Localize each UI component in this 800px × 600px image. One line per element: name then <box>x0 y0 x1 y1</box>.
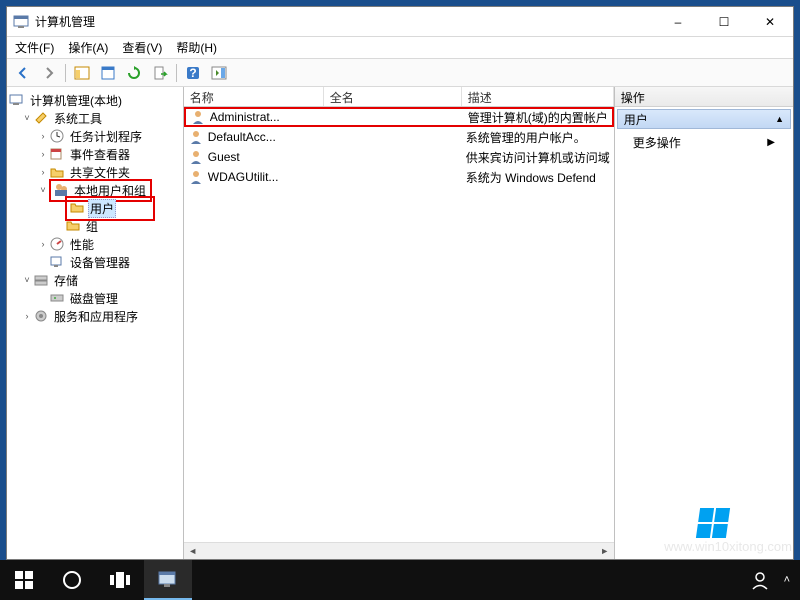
storage-icon <box>33 272 49 288</box>
folder-icon <box>69 200 85 216</box>
menu-view[interactable]: 查看(V) <box>122 39 162 56</box>
scroll-right-icon[interactable]: ► <box>598 544 612 558</box>
tree-performance[interactable]: › 性能 <box>9 235 181 253</box>
collapse-icon[interactable]: ˅ <box>37 184 49 196</box>
export-button[interactable] <box>148 62 172 84</box>
tree-root[interactable]: 计算机管理(本地) <box>9 91 181 109</box>
collapse-icon[interactable]: ˅ <box>21 112 33 124</box>
start-button[interactable] <box>0 560 48 600</box>
tree-storage[interactable]: ˅ 存储 <box>9 271 181 289</box>
tree-event-viewer[interactable]: › 事件查看器 <box>9 145 181 163</box>
list-body[interactable]: Administrat... 管理计算机(域)的内置帐户 DefaultAcc.… <box>184 107 614 542</box>
close-button[interactable]: ✕ <box>747 7 793 37</box>
user-icon <box>188 149 204 165</box>
list-header: 名称 全名 描述 <box>184 87 614 107</box>
list-item[interactable]: DefaultAcc... 系统管理的用户帐户。 <box>184 127 614 147</box>
toolbar: ? <box>7 59 793 87</box>
back-button[interactable] <box>11 62 35 84</box>
horizontal-scrollbar[interactable]: ◄ ► <box>184 542 614 559</box>
task-view-button[interactable] <box>96 560 144 600</box>
expand-icon[interactable]: › <box>37 166 49 178</box>
list-pane: 名称 全名 描述 Administrat... 管理计算机(域)的内置帐户 De… <box>184 87 615 559</box>
menu-action[interactable]: 操作(A) <box>68 39 108 56</box>
col-description[interactable]: 描述 <box>462 87 614 106</box>
scroll-left-icon[interactable]: ◄ <box>186 544 200 558</box>
tree-services-apps[interactable]: › 服务和应用程序 <box>9 307 181 325</box>
expand-icon[interactable]: › <box>37 130 49 142</box>
menu-file[interactable]: 文件(F) <box>15 39 54 56</box>
people-icon[interactable] <box>750 570 770 590</box>
maximize-button[interactable]: ☐ <box>701 7 747 37</box>
tree-pane[interactable]: 计算机管理(本地) ˅ 系统工具 › 任务计划程序 › 事件查看器 › 共享文件… <box>7 87 184 559</box>
user-icon <box>190 109 206 125</box>
col-fullname[interactable]: 全名 <box>324 87 462 106</box>
list-item[interactable]: Administrat... 管理计算机(域)的内置帐户 <box>184 107 614 127</box>
expand-icon[interactable]: › <box>21 310 33 322</box>
action-section[interactable]: 用户 ▲ <box>617 109 791 129</box>
expand-icon[interactable]: › <box>37 238 49 250</box>
chevron-right-icon: ▶ <box>767 137 775 148</box>
tree-users[interactable]: 用户 <box>9 199 181 217</box>
properties-button[interactable] <box>96 62 120 84</box>
collapse-icon[interactable]: ˅ <box>21 274 33 286</box>
list-item[interactable]: WDAGUtilit... 系统为 Windows Defend <box>184 167 614 187</box>
watermark-url: www.win10xitong.com <box>664 539 792 554</box>
show-hide-tree-button[interactable] <box>70 62 94 84</box>
expand-icon[interactable]: › <box>37 148 49 160</box>
computer-management-window: 计算机管理 – ☐ ✕ 文件(F) 操作(A) 查看(V) 帮助(H) ? 计算… <box>6 6 794 560</box>
action-pane-toggle-button[interactable] <box>207 62 231 84</box>
titlebar[interactable]: 计算机管理 – ☐ ✕ <box>7 7 793 37</box>
svg-text:?: ? <box>189 66 196 80</box>
tree-task-scheduler[interactable]: › 任务计划程序 <box>9 127 181 145</box>
refresh-button[interactable] <box>122 62 146 84</box>
forward-button[interactable] <box>37 62 61 84</box>
tree-disk-management[interactable]: 磁盘管理 <box>9 289 181 307</box>
action-more[interactable]: 更多操作 ▶ <box>615 131 793 153</box>
tree-system-tools[interactable]: ˅ 系统工具 <box>9 109 181 127</box>
taskbar[interactable]: ˄ <box>0 560 800 600</box>
action-pane: 操作 用户 ▲ 更多操作 ▶ <box>615 87 793 559</box>
action-pane-title: 操作 <box>615 87 793 107</box>
windows-logo-icon <box>696 508 730 538</box>
menubar: 文件(F) 操作(A) 查看(V) 帮助(H) <box>7 37 793 59</box>
user-icon <box>188 169 204 185</box>
folder-icon <box>65 218 81 234</box>
disk-icon <box>49 290 65 306</box>
collapse-icon: ▲ <box>775 114 784 124</box>
clock-icon <box>49 128 65 144</box>
cortana-button[interactable] <box>48 560 96 600</box>
tray-chevron-up-icon[interactable]: ˄ <box>784 574 790 586</box>
event-icon <box>49 146 65 162</box>
content-area: 计算机管理(本地) ˅ 系统工具 › 任务计划程序 › 事件查看器 › 共享文件… <box>7 87 793 559</box>
computer-icon <box>9 92 25 108</box>
app-icon <box>13 14 29 30</box>
minimize-button[interactable]: – <box>655 7 701 37</box>
window-title: 计算机管理 <box>35 13 655 30</box>
col-name[interactable]: 名称 <box>184 87 324 106</box>
performance-icon <box>49 236 65 252</box>
watermark: Win10之家 www.win10xitong.com <box>664 507 792 554</box>
list-item[interactable]: Guest 供来宾访问计算机或访问域 <box>184 147 614 167</box>
user-icon <box>188 129 204 145</box>
tree-device-manager[interactable]: 设备管理器 <box>9 253 181 271</box>
help-button[interactable]: ? <box>181 62 205 84</box>
device-icon <box>49 254 65 270</box>
taskbar-app-compmgmt[interactable] <box>144 560 192 600</box>
tools-icon <box>33 110 49 126</box>
menu-help[interactable]: 帮助(H) <box>176 39 217 56</box>
services-icon <box>33 308 49 324</box>
